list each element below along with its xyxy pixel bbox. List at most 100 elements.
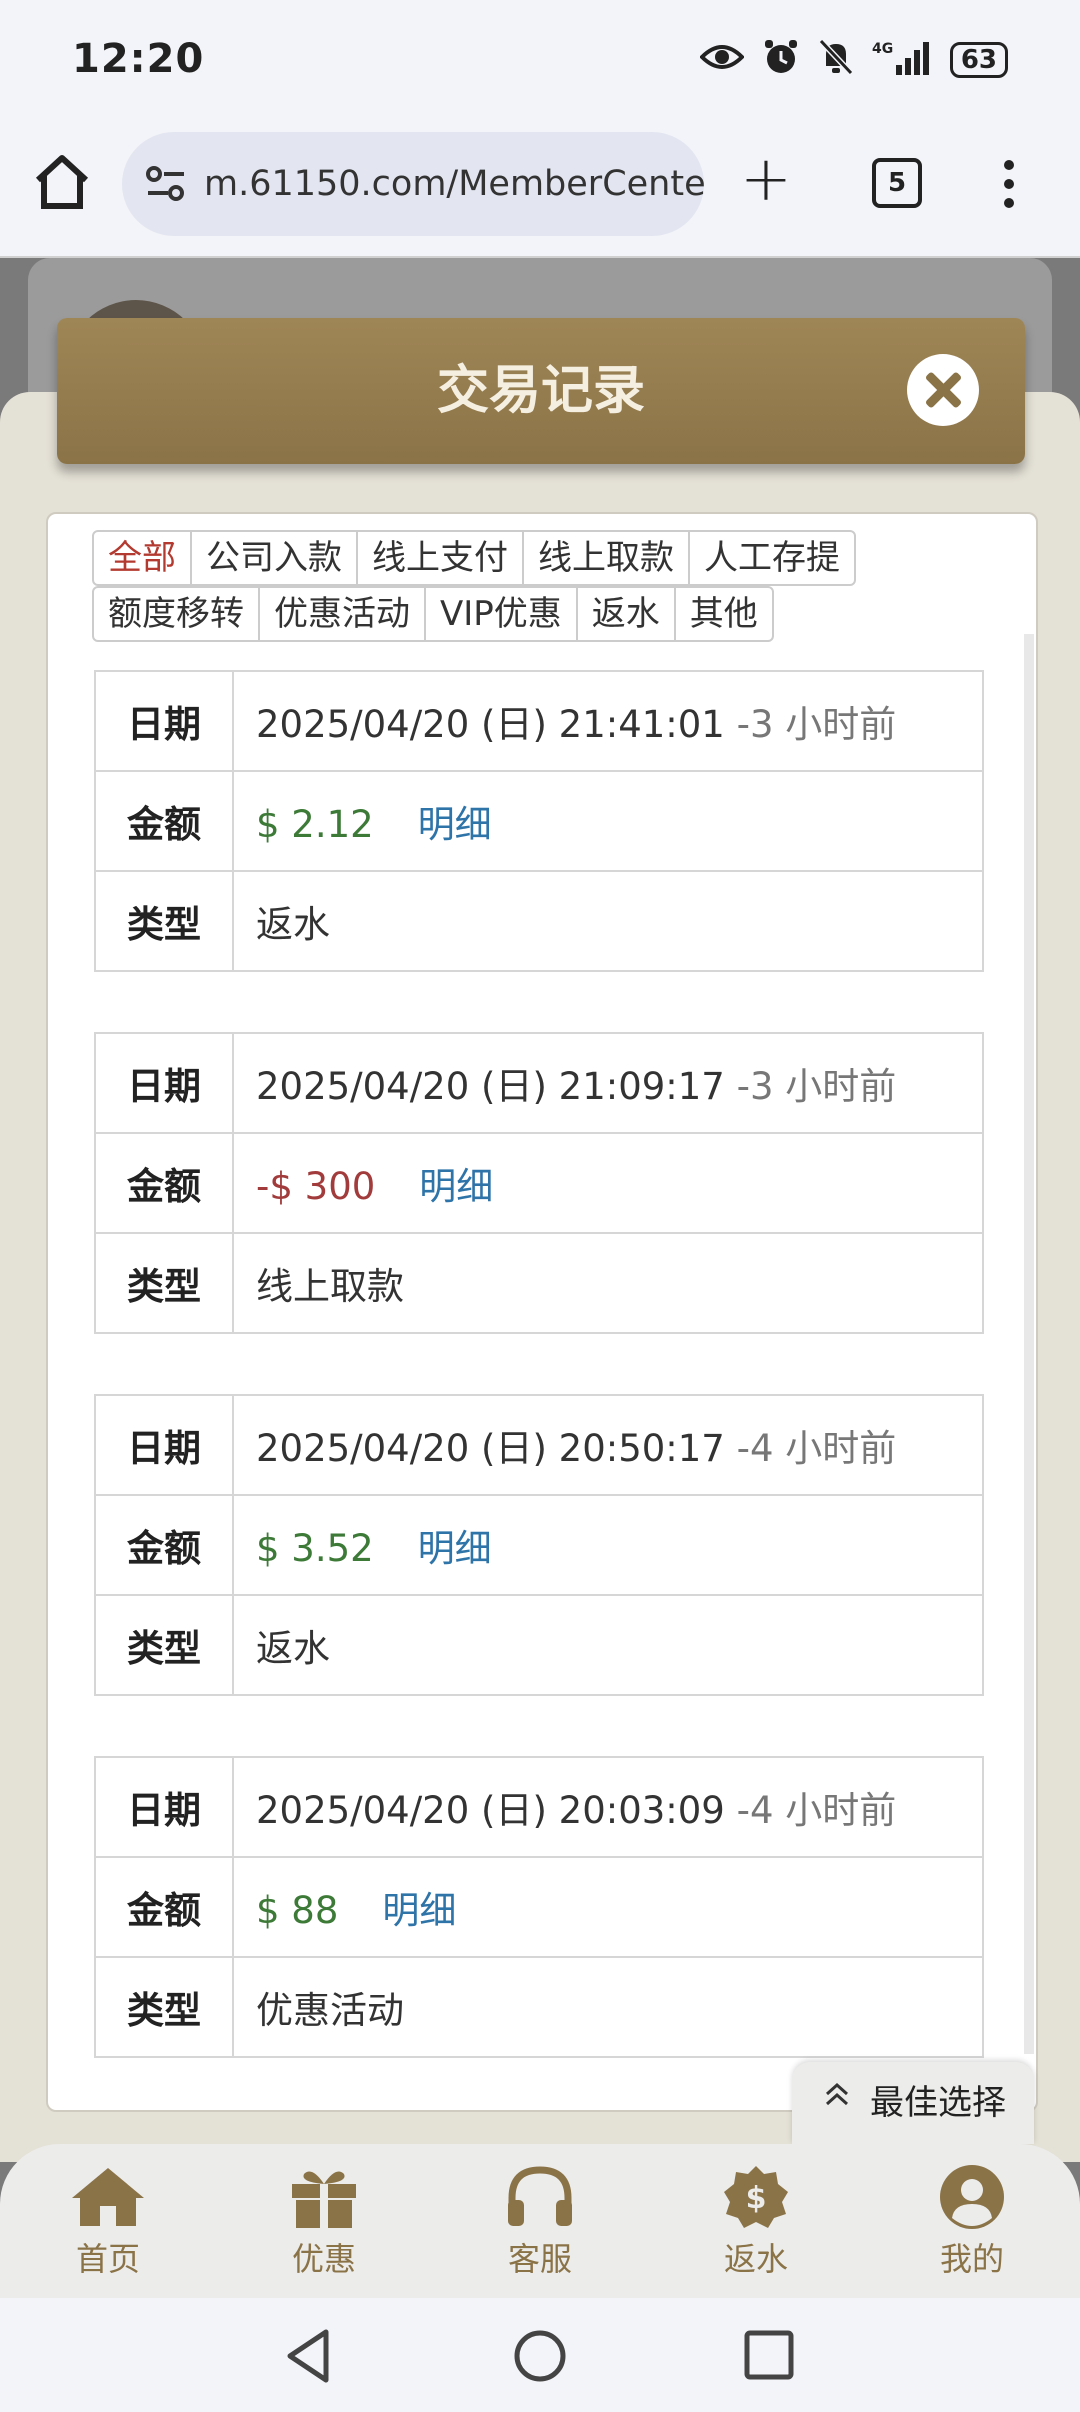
filter-tab[interactable]: 线上支付 (356, 530, 524, 586)
battery-indicator: 63 (949, 42, 1008, 78)
records-panel: 全部 公司入款 线上支付 线上取款 人工存提 额度移转 优惠活动 VIP优惠 返… (46, 512, 1038, 2112)
date-label: 日期 (94, 670, 234, 772)
new-tab-icon[interactable]: + (740, 148, 792, 210)
filter-tab[interactable]: VIP优惠 (424, 586, 578, 642)
filter-tab[interactable]: 其他 (673, 586, 774, 642)
amount-value: $ 2.12 (256, 803, 374, 846)
date-value: 2025/04/20 (日) 20:50:17 (256, 1427, 725, 1470)
filter-tabs-row-2: 额度移转 优惠活动 VIP优惠 返水 其他 (92, 586, 774, 642)
modal-header: 交易记录 (57, 318, 1025, 464)
recents-icon[interactable] (742, 2328, 796, 2386)
modal-title: 交易记录 (436, 361, 645, 421)
tab-switcher-button[interactable]: 5 (872, 158, 922, 208)
nav-label: 客服 (507, 2240, 572, 2278)
transaction-record: 日期 2025/04/20 (日) 20:03:09 -4 小时前 金额 $ 8… (94, 1756, 984, 2058)
nav-label: 优惠 (291, 2240, 356, 2278)
amount-label: 金额 (94, 770, 234, 872)
nav-support[interactable]: 客服 (470, 2164, 610, 2280)
type-label: 类型 (94, 1594, 234, 1696)
transaction-record: 日期 2025/04/20 (日) 21:09:17 -3 小时前 金额 -$ … (94, 1032, 984, 1334)
amount-cell: $ 2.12 明细 (232, 770, 984, 872)
more-menu-icon[interactable] (1004, 160, 1016, 217)
filter-tabs-row-1: 全部 公司入款 线上支付 线上取款 人工存提 (92, 530, 856, 586)
detail-link[interactable]: 明细 (418, 803, 492, 846)
gift-icon (292, 2171, 356, 2228)
nav-promotions[interactable]: 优惠 (254, 2164, 394, 2280)
transaction-record: 日期 2025/04/20 (日) 21:41:01 -3 小时前 金额 $ 2… (94, 670, 984, 972)
filter-tab[interactable]: 人工存提 (688, 530, 856, 586)
type-label: 类型 (94, 870, 234, 972)
scrollbar[interactable] (1024, 634, 1034, 2054)
amount-value: -$ 300 (256, 1165, 376, 1208)
alarm-icon (762, 38, 800, 82)
mute-bell-icon (818, 38, 854, 82)
dollar-badge-icon: $ (724, 2166, 788, 2228)
time-ago: -3 小时前 (736, 703, 897, 746)
bottom-nav: 首页 优惠 客服 $ 返水 我的 (0, 2144, 1080, 2298)
site-settings-icon[interactable] (144, 162, 188, 206)
type-value: 线上取款 (232, 1232, 984, 1334)
amount-cell: $ 88 明细 (232, 1856, 984, 1958)
date-value: 2025/04/20 (日) 20:03:09 (256, 1789, 725, 1832)
date-value: 2025/04/20 (日) 21:41:01 (256, 703, 725, 746)
status-icons: 4G 63 (698, 38, 1008, 82)
status-time: 12:20 (72, 36, 205, 82)
amount-cell: -$ 300 明细 (232, 1132, 984, 1234)
url-bar[interactable]: m.61150.com/MemberCente (122, 132, 704, 236)
date-label: 日期 (94, 1756, 234, 1858)
time-ago: -4 小时前 (736, 1789, 897, 1832)
time-ago: -3 小时前 (736, 1065, 897, 1108)
transaction-record: 日期 2025/04/20 (日) 20:50:17 -4 小时前 金额 $ 3… (94, 1394, 984, 1696)
eye-icon (698, 42, 745, 78)
date-cell: 2025/04/20 (日) 20:50:17 -4 小时前 (232, 1394, 984, 1496)
nav-home[interactable]: 首页 (38, 2164, 178, 2280)
detail-link[interactable]: 明细 (418, 1527, 492, 1570)
home-icon[interactable] (30, 150, 94, 214)
amount-cell: $ 3.52 明细 (232, 1494, 984, 1596)
filter-tab[interactable]: 公司入款 (190, 530, 358, 586)
filter-tab[interactable]: 额度移转 (92, 586, 260, 642)
amount-label: 金额 (94, 1494, 234, 1596)
headset-icon (508, 2166, 572, 2226)
detail-link[interactable]: 明细 (382, 1889, 456, 1932)
filter-tab[interactable]: 优惠活动 (258, 586, 426, 642)
type-value: 返水 (232, 870, 984, 972)
close-icon[interactable] (907, 354, 979, 426)
nav-rebate[interactable]: $ 返水 (686, 2164, 826, 2280)
filter-tab[interactable]: 全部 (92, 530, 192, 586)
date-label: 日期 (94, 1032, 234, 1134)
svg-text:4G: 4G (872, 41, 893, 57)
best-choice-button[interactable]: 最佳选择 (792, 2062, 1034, 2144)
nav-label: 我的 (939, 2240, 1004, 2278)
amount-label: 金额 (94, 1856, 234, 1958)
nav-label: 首页 (75, 2240, 140, 2278)
svg-text:$: $ (746, 2181, 767, 2216)
type-label: 类型 (94, 1956, 234, 2058)
date-cell: 2025/04/20 (日) 21:09:17 -3 小时前 (232, 1032, 984, 1134)
home-circle-icon[interactable] (512, 2328, 568, 2388)
type-value: 返水 (232, 1594, 984, 1696)
date-value: 2025/04/20 (日) 21:09:17 (256, 1065, 725, 1108)
time-ago: -4 小时前 (736, 1427, 897, 1470)
signal-icon: 4G (872, 39, 932, 81)
system-nav-bar (0, 2298, 1080, 2412)
detail-link[interactable]: 明细 (419, 1165, 493, 1208)
nav-label: 返水 (723, 2240, 788, 2278)
status-bar: 12:20 4G 63 (0, 0, 1080, 124)
back-icon[interactable] (282, 2328, 334, 2388)
type-value: 优惠活动 (232, 1956, 984, 2058)
date-cell: 2025/04/20 (日) 21:41:01 -3 小时前 (232, 670, 984, 772)
date-cell: 2025/04/20 (日) 20:03:09 -4 小时前 (232, 1756, 984, 1858)
best-choice-label: 最佳选择 (870, 2083, 1006, 2123)
amount-label: 金额 (94, 1132, 234, 1234)
user-icon (940, 2165, 1004, 2229)
amount-value: $ 3.52 (256, 1527, 374, 1570)
amount-value: $ 88 (256, 1889, 339, 1932)
type-label: 类型 (94, 1232, 234, 1334)
filter-tab[interactable]: 线上取款 (522, 530, 690, 586)
filter-tab[interactable]: 返水 (575, 586, 676, 642)
nav-profile[interactable]: 我的 (902, 2164, 1042, 2280)
url-text[interactable]: m.61150.com/MemberCente (204, 132, 704, 236)
browser-toolbar: m.61150.com/MemberCente + 5 (0, 124, 1080, 258)
home-icon (72, 2168, 144, 2226)
